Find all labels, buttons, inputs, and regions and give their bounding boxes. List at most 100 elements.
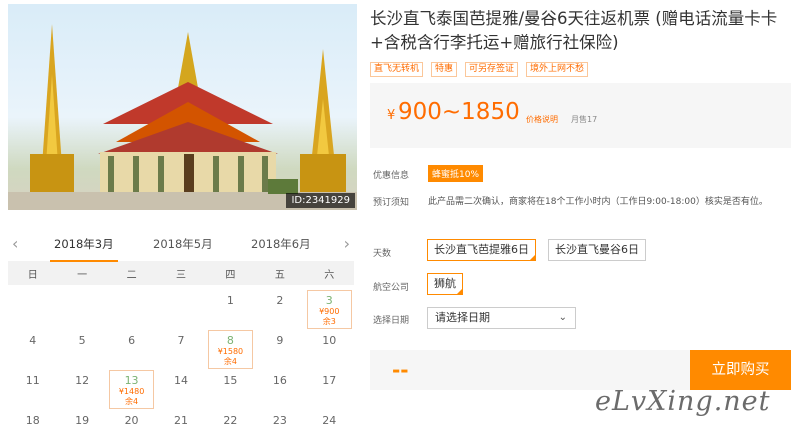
weekday-header: 日一二三四五六	[8, 261, 354, 285]
day-number: 9	[276, 334, 284, 347]
calendar-day	[8, 290, 57, 330]
calendar-day[interactable]: 12	[57, 370, 106, 410]
weekday-label: 四	[225, 269, 236, 281]
day-number: 20	[124, 414, 139, 427]
day-number: 12	[75, 374, 90, 387]
day-number: 19	[75, 414, 90, 427]
calendar-day-available[interactable]: 13 ¥1480 余4	[108, 370, 155, 409]
calendar-day	[107, 290, 156, 330]
airline-label: 航空公司	[373, 283, 410, 293]
prev-month-arrow-icon[interactable]: ‹	[12, 234, 18, 253]
calendar-day[interactable]: 24	[305, 410, 354, 438]
day-price: ¥1580	[217, 347, 244, 356]
calendar-day-available[interactable]: 3 ¥900 余3	[306, 290, 352, 329]
airline-option-lion-air[interactable]: 狮航	[427, 273, 463, 295]
tab-month-2[interactable]: 2018年5月	[153, 236, 213, 252]
day-number: 1	[226, 294, 234, 307]
day-number: 16	[272, 374, 287, 387]
calendar-day[interactable]: 17	[305, 370, 354, 410]
days-option-bangkok[interactable]: 长沙直飞曼谷6日	[548, 239, 646, 261]
day-number: 2	[276, 294, 284, 307]
days-option-pattaya[interactable]: 长沙直飞芭提雅6日	[427, 239, 536, 261]
price-currency: ¥	[387, 108, 396, 123]
day-number: 22	[223, 414, 238, 427]
price-range: 900~1850	[398, 99, 520, 125]
weekday-label: 一	[77, 269, 88, 281]
next-month-arrow-icon[interactable]: ›	[344, 234, 350, 253]
price-panel: ¥ 900~1850 价格说明 月售17	[370, 83, 791, 148]
day-number: 10	[322, 334, 337, 347]
weekday-label: 五	[274, 269, 285, 281]
calendar-day-available[interactable]: 8 ¥1580 余4	[207, 330, 254, 369]
day-number: 5	[78, 334, 86, 347]
day-number: 4	[29, 334, 37, 347]
weekday-label: 二	[126, 269, 137, 281]
date-select[interactable]: 请选择日期 ⌄	[427, 307, 576, 329]
calendar-day[interactable]: 15	[206, 370, 255, 410]
days-label: 天数	[373, 249, 392, 259]
tab-month-1[interactable]: 2018年3月	[50, 236, 118, 262]
promo-badge: 蜂蜜抵10%	[428, 165, 484, 182]
day-number: 21	[173, 414, 188, 427]
date-label: 选择日期	[373, 316, 410, 326]
day-number: 3	[325, 294, 333, 307]
product-title: 长沙直飞泰国芭提雅/曼谷6天往返机票 (赠电话流量卡卡+含税含行李托运+赠旅行社…	[370, 9, 778, 52]
day-number: 11	[25, 374, 40, 387]
calendar-day[interactable]: 7	[156, 330, 205, 370]
calendar-grid: 1 2 3 ¥900 余3 4 5 6 7 8 ¥1580 余4 9 10 11 12 13 ¥1480 余4 14 1…	[8, 285, 354, 438]
day-number: 23	[272, 414, 287, 427]
calendar-day[interactable]: 23	[255, 410, 304, 438]
price-explain-link[interactable]: 价格说明	[526, 114, 558, 125]
day-number: 7	[177, 334, 185, 347]
day-number: 6	[128, 334, 136, 347]
tag-special-offer: 特惠	[431, 62, 458, 77]
site-watermark: eLvXing.net	[595, 386, 771, 417]
calendar-day[interactable]: 1	[206, 290, 255, 330]
calendar-day[interactable]: 5	[57, 330, 106, 370]
photo-id-label: ID:2341929	[286, 193, 355, 208]
buy-bar: -- 立即购买	[370, 350, 791, 390]
tab-month-3[interactable]: 2018年6月	[251, 236, 311, 252]
calendar-day[interactable]: 22	[206, 410, 255, 438]
day-number: 24	[322, 414, 337, 427]
booking-notice: 此产品需二次确认，商家将在18个工作小时内（工作日9:00-18:00）核实是否…	[428, 197, 768, 207]
calendar-day	[156, 290, 205, 330]
temple-illustration	[8, 24, 357, 210]
buy-now-button[interactable]: 立即购买	[690, 350, 791, 390]
day-price: ¥1480	[118, 387, 145, 396]
tag-direct-flight: 直飞无转机	[370, 62, 424, 77]
tag-internet: 境外上网不愁	[526, 62, 589, 77]
calendar-day[interactable]: 21	[156, 410, 205, 438]
calendar-day[interactable]: 14	[156, 370, 205, 410]
promo-label: 优惠信息	[373, 171, 410, 181]
weekday-label: 六	[324, 269, 335, 281]
weekday-label: 三	[175, 269, 186, 281]
calendar-day	[57, 290, 106, 330]
date-select-value: 请选择日期	[435, 311, 490, 324]
day-remaining: 余4	[223, 357, 237, 366]
calendar-day[interactable]: 20	[107, 410, 156, 438]
tag-visa: 可另存签证	[465, 62, 519, 77]
day-price: ¥900	[319, 307, 340, 316]
calendar-day[interactable]: 4	[8, 330, 57, 370]
notice-label: 预订须知	[373, 198, 410, 208]
temple-photo: ID:2341929	[8, 4, 357, 210]
calendar-day[interactable]: 18	[8, 410, 57, 438]
calendar-day[interactable]: 11	[8, 370, 57, 410]
product-tags: 直飞无转机 特惠 可另存签证 境外上网不愁	[370, 62, 589, 77]
monthly-sales: 月售17	[571, 115, 598, 124]
calendar-day[interactable]: 10	[305, 330, 354, 370]
weekday-label: 日	[27, 269, 38, 281]
month-tabs: ‹ 2018年3月 2018年5月 2018年6月 ›	[8, 231, 354, 262]
day-number: 8	[226, 334, 234, 347]
calendar-day[interactable]: 6	[107, 330, 156, 370]
calendar-day[interactable]: 19	[57, 410, 106, 438]
calendar-day[interactable]: 2	[255, 290, 304, 330]
day-number: 18	[25, 414, 40, 427]
day-number: 14	[173, 374, 188, 387]
calendar-day[interactable]: 9	[255, 330, 304, 370]
calendar-day[interactable]: 16	[255, 370, 304, 410]
day-number: 17	[322, 374, 337, 387]
selected-price: --	[392, 358, 409, 382]
day-remaining: 余3	[322, 317, 336, 326]
